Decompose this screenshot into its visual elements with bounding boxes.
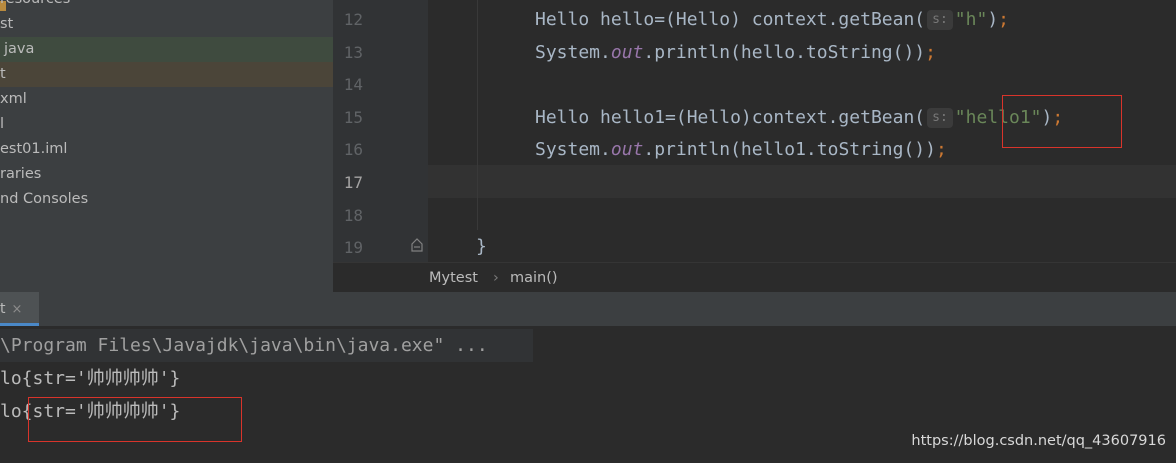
code-token: .println(hello.toString()) [643, 41, 926, 63]
tree-item-label: est01.iml [0, 141, 68, 157]
current-line-highlight [333, 165, 1176, 198]
line-number: 17 [343, 173, 363, 192]
code-line: Hello hello1=(Hello)context.getBean(s: "h… [535, 101, 1063, 134]
line-number: 13 [343, 42, 363, 62]
line-number: 15 [343, 107, 363, 127]
indent-guide [477, 0, 478, 230]
tree-item-label: l [0, 116, 5, 132]
fold-icon[interactable] [411, 238, 423, 252]
code-token: .println(hello1.toString()) [643, 139, 936, 161]
run-tab[interactable]: t × [0, 292, 39, 326]
tree-item[interactable]: raries [0, 162, 333, 187]
parameter-hint: s: [927, 107, 953, 128]
line-number: 16 [343, 140, 363, 160]
code-token: Hello hello1=(Hello)context.getBean( [535, 106, 926, 128]
tree-item[interactable]: nd Consoles [0, 187, 333, 212]
tree-item-label: xml [0, 91, 27, 107]
code-token: "h" [954, 9, 988, 30]
tree-item-label: st [0, 16, 14, 32]
tree-item-label: raries [0, 166, 42, 182]
breadcrumb-method[interactable]: main() [510, 263, 558, 294]
parameter-hint: s: [927, 10, 953, 30]
code-token: Hello hello=(Hello) context.getBean( [535, 9, 926, 30]
code-token: System. [535, 41, 611, 63]
closing-brace: } [476, 236, 487, 257]
breadcrumb-separator: › [493, 270, 499, 286]
code-token: ; [935, 139, 947, 161]
line-number: 18 [343, 205, 363, 225]
breadcrumb: Mytest › main() [333, 262, 1176, 294]
watermark: https://blog.csdn.net/qq_43607916 [911, 433, 1166, 449]
code-line: Hello hello=(Hello) context.getBean(s: "h… [535, 3, 1009, 36]
line-number: 12 [343, 10, 363, 29]
tree-item-label: java [4, 41, 35, 57]
tree-item[interactable]: st [0, 12, 333, 37]
code-token: out [610, 139, 644, 161]
tree-item[interactable]: xml [0, 87, 333, 112]
tree-item[interactable]: est01.iml [0, 137, 333, 162]
tree-item[interactable]: l [0, 112, 333, 137]
close-icon[interactable]: × [12, 302, 23, 317]
code-token: ) [987, 9, 999, 30]
code-line: System.out.println(hello1.toString()); [535, 133, 947, 166]
highlight-box-output [28, 397, 242, 442]
tree-item-label: t [0, 66, 6, 82]
line-number: 19 [343, 238, 363, 258]
code-token: out [610, 41, 644, 63]
tree-item[interactable]: java [0, 37, 333, 62]
code-line: System.out.println(hello.toString()); [535, 36, 936, 69]
tree-item[interactable]: t [0, 62, 333, 87]
console-output-line-1: lo{str='帅帅帅帅'} [0, 368, 181, 389]
code-token: ; [998, 9, 1009, 30]
run-tab-label: t [0, 301, 6, 317]
breadcrumb-class[interactable]: Mytest [429, 263, 478, 294]
highlight-box-hello1 [1002, 95, 1122, 148]
tree-item[interactable]: resources [0, 0, 333, 12]
tree-item-label: nd Consoles [0, 191, 89, 207]
console-command-line: \Program Files\Javajdk\java\bin\java.exe… [0, 329, 533, 362]
code-editor[interactable]: 12 Hello hello=(Hello) context.getBean(s:… [333, 0, 1176, 262]
line-number: 14 [343, 75, 363, 95]
tree-item-label: resources [0, 0, 70, 12]
project-tree: resources st java t xml l est01.iml raries nd Co… [0, 0, 333, 292]
run-tool-header: t × [0, 292, 1176, 327]
code-token: System. [535, 139, 611, 161]
code-token: ; [925, 41, 936, 63]
